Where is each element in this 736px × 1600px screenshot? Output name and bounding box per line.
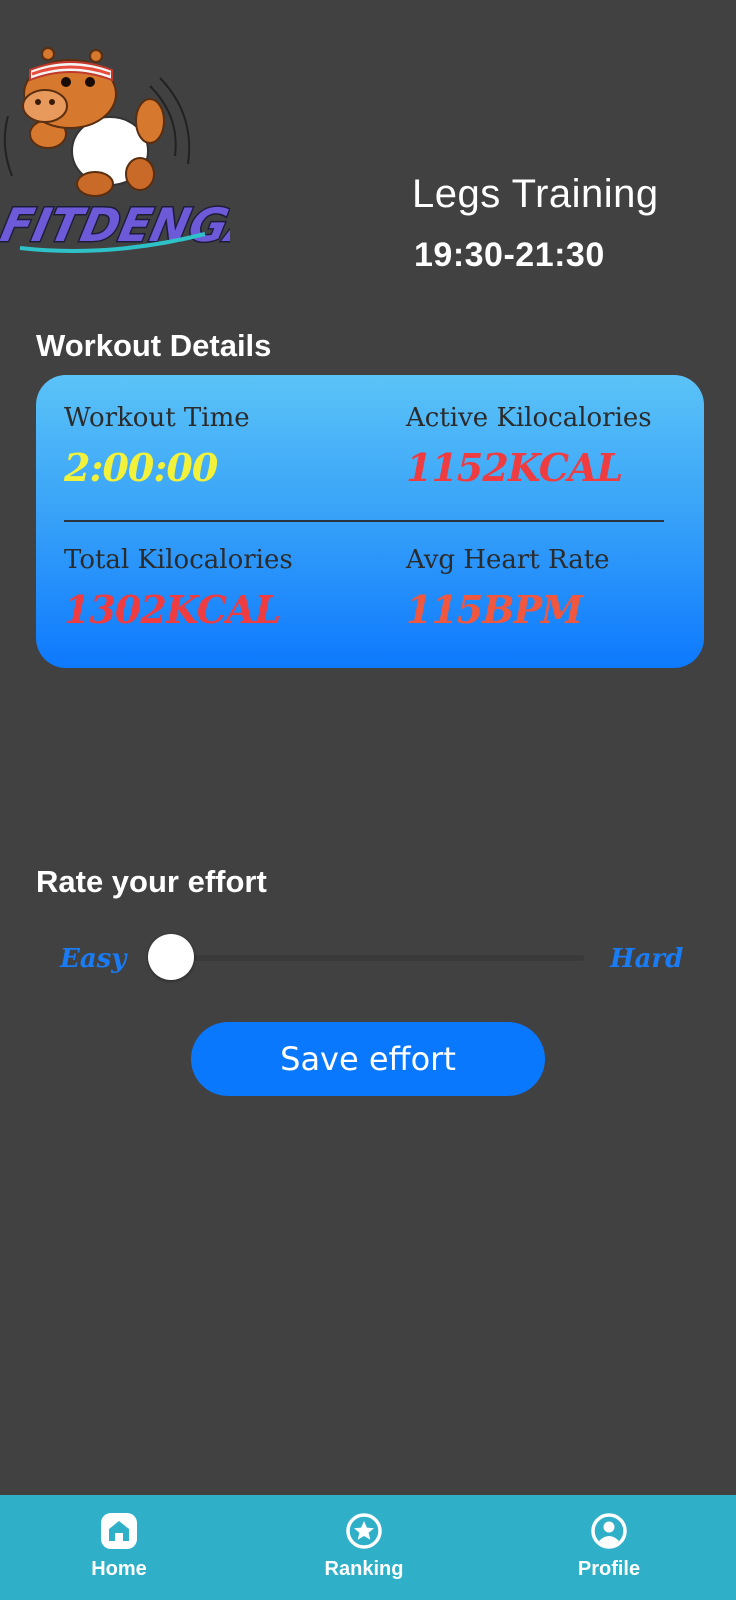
effort-max-label: Hard [610, 944, 684, 974]
effort-slider-track[interactable] [168, 955, 584, 961]
workout-details-title: Workout Details [36, 328, 272, 363]
effort-slider-thumb[interactable] [148, 934, 194, 980]
home-icon [99, 1511, 139, 1551]
active-kilocalories-value: 1152KCAL [406, 445, 623, 490]
total-kilocalories-label: Total Kilocalories [64, 545, 293, 575]
avg-heart-rate-label: Avg Heart Rate [406, 545, 610, 575]
total-kilocalories-value: 1302KCAL [64, 587, 281, 632]
effort-slider[interactable] [148, 934, 584, 982]
workout-time-label: Workout Time [64, 403, 250, 433]
save-effort-button[interactable]: Save effort [191, 1022, 545, 1096]
card-divider [64, 520, 664, 522]
nav-label-profile: Profile [577, 1558, 641, 1580]
session-time-range: 19:30-21:30 [414, 236, 605, 274]
avg-heart-rate-value: 115BPM [406, 587, 583, 632]
user-circle-icon [589, 1511, 629, 1551]
workout-details-card: Workout Time 2:00:00 Active Kilocalories… [36, 375, 704, 668]
active-kilocalories-label: Active Kilocalories [406, 403, 652, 433]
nav-item-profile[interactable]: Profile [509, 1495, 709, 1600]
effort-min-label: Easy [60, 944, 127, 974]
workout-summary-screen: FITDENGAI Legs Training 19:30-21:30 Work… [0, 0, 736, 1600]
nav-item-ranking[interactable]: Ranking [264, 1495, 464, 1600]
star-circle-icon [344, 1511, 384, 1551]
nav-item-home[interactable]: Home [19, 1495, 219, 1600]
svg-text:FITDENGAI: FITDENGAI [0, 198, 230, 251]
workout-time-value: 2:00:00 [64, 445, 218, 490]
fitdengai-logo: FITDENGAI [0, 46, 230, 258]
bottom-navigation: Home Ranking Profile [0, 1495, 736, 1600]
session-title: Legs Training [412, 172, 659, 216]
rate-effort-title: Rate your effort [36, 864, 267, 899]
nav-label-ranking: Ranking [324, 1558, 404, 1580]
nav-label-home: Home [91, 1558, 147, 1580]
